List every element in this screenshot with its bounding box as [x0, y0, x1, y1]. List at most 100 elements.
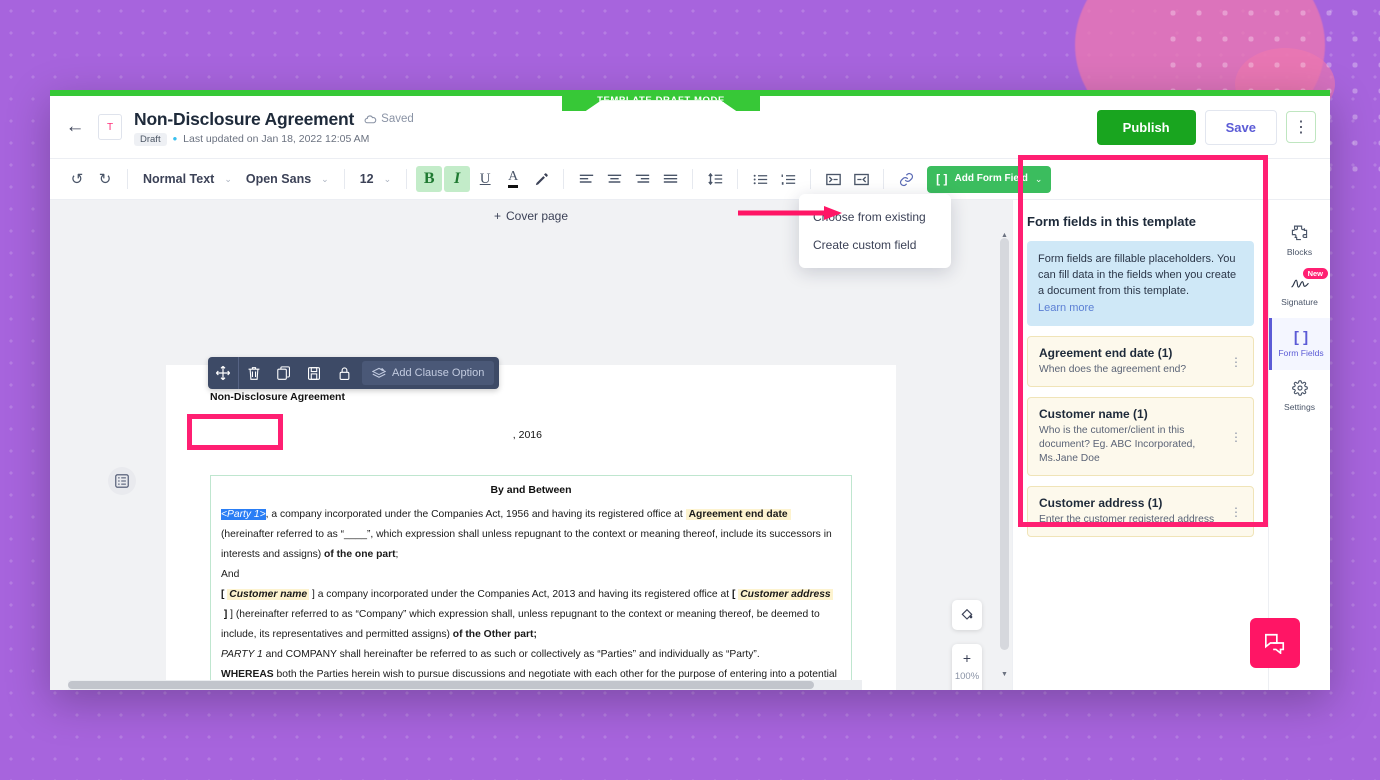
brackets-icon: [ ]	[936, 172, 948, 186]
add-cover-page-button[interactable]: + Cover page	[494, 209, 568, 223]
text-color-button[interactable]: A	[500, 166, 526, 192]
learn-more-link[interactable]: Learn more	[1038, 300, 1243, 316]
rail-item-blocks[interactable]: Blocks	[1269, 214, 1330, 266]
customer-address-field[interactable]: Customer address	[738, 589, 833, 600]
toolbar-divider	[343, 169, 345, 189]
menu-item-create-custom-field[interactable]: Create custom field	[799, 231, 951, 259]
chevron-down-icon: ⌄	[1034, 173, 1043, 184]
zoom-out-button[interactable]: −	[963, 687, 971, 690]
save-disk-icon[interactable]	[299, 357, 329, 389]
field-count: (1)	[1157, 346, 1173, 360]
field-kebab-icon[interactable]: ⋮	[1230, 496, 1242, 527]
horizontal-scroll-thumb[interactable]	[68, 681, 815, 689]
title-block: Non-Disclosure Agreement Saved Draft • L…	[134, 109, 414, 146]
new-badge: New	[1302, 268, 1328, 279]
font-family-dropdown[interactable]: Open Sans ⌄	[246, 172, 329, 186]
pink-pointer-arrow	[738, 206, 842, 220]
add-clause-option-button[interactable]: Add Clause Option	[362, 361, 495, 385]
add-form-field-button[interactable]: [ ] Add Form Field ⌄	[927, 165, 1052, 193]
zoom-in-button[interactable]: +	[963, 650, 971, 666]
party1-placeholder[interactable]: <Party 1>	[221, 509, 266, 520]
zoom-controls: + 100% −	[952, 644, 982, 690]
document-heading: Non-Disclosure Agreement	[210, 391, 345, 403]
highlight-annotation-party1	[187, 414, 283, 450]
rail-item-signature[interactable]: New Signature	[1269, 266, 1330, 318]
lock-icon[interactable]	[329, 357, 359, 389]
agreement-end-date-field[interactable]: Agreement end date	[685, 509, 791, 520]
bullet-list-icon[interactable]	[747, 166, 773, 192]
align-center-icon[interactable]	[601, 166, 627, 192]
save-button[interactable]: Save	[1204, 109, 1277, 145]
rail-label-signature: Signature	[1281, 297, 1318, 307]
align-justify-icon[interactable]	[657, 166, 683, 192]
text-style-label: Normal Text	[143, 172, 215, 186]
rail-item-form-fields[interactable]: [ ] Form Fields	[1269, 318, 1330, 370]
toolbar-divider	[810, 169, 812, 189]
drag-move-icon[interactable]	[208, 357, 238, 389]
vertical-scrollbar[interactable]: ▲ ▼	[999, 232, 1010, 678]
chat-support-button[interactable]	[1250, 618, 1300, 668]
form-field-card[interactable]: Customer address (1) Enter the customer …	[1027, 486, 1254, 537]
rail-item-settings[interactable]: Settings	[1269, 370, 1330, 422]
field-description: Enter the customer registered address	[1039, 514, 1215, 525]
chat-bubbles-icon	[1265, 633, 1285, 654]
blocks-puzzle-icon	[1291, 224, 1308, 244]
app-window: ← T Non-Disclosure Agreement Saved Draft…	[50, 90, 1330, 690]
redo-icon[interactable]: ↻	[92, 166, 118, 192]
scroll-down-arrow[interactable]: ▼	[1000, 671, 1009, 678]
customer-name-field[interactable]: Customer name	[227, 589, 310, 600]
fill-color-icon[interactable]	[952, 600, 982, 630]
document-paragraph: ] ] (hereinafter referred to as “Company…	[221, 609, 820, 640]
rail-label-form-fields: Form Fields	[1278, 348, 1324, 358]
header-actions: Publish Save ⋮	[1096, 109, 1316, 145]
publish-button[interactable]: Publish	[1096, 109, 1196, 145]
document-paragraph: [ Customer name ] a company incorporated…	[221, 589, 833, 600]
numbered-list-icon[interactable]	[775, 166, 801, 192]
underline-button[interactable]: U	[472, 166, 498, 192]
more-options-kebab-icon[interactable]: ⋮	[1286, 111, 1316, 143]
undo-icon[interactable]: ↺	[64, 166, 90, 192]
clause-toolbar: Add Clause Option	[208, 357, 500, 389]
highlighter-icon[interactable]	[528, 166, 554, 192]
form-fields-brackets-icon: [ ]	[1293, 329, 1309, 346]
field-count: (1)	[1147, 496, 1163, 510]
rail-label-blocks: Blocks	[1286, 246, 1313, 257]
add-clause-option-label: Add Clause Option	[392, 367, 485, 379]
horizontal-scrollbar[interactable]	[68, 680, 862, 690]
form-field-card[interactable]: Customer name (1) Who is the cutomer/cli…	[1027, 397, 1254, 476]
add-form-field-label: Add Form Field	[954, 173, 1028, 184]
vertical-scroll-thumb[interactable]	[1000, 238, 1009, 650]
line-spacing-icon[interactable]	[702, 166, 728, 192]
p2-text: (hereinafter referred to as “____”, whic…	[221, 529, 832, 560]
clause-block[interactable]: By and Between <Party 1>, a company inco…	[210, 475, 852, 690]
p5-italic: PARTY 1	[221, 649, 263, 660]
toolbar-divider	[737, 169, 739, 189]
app-header: ← T Non-Disclosure Agreement Saved Draft…	[50, 96, 1330, 158]
document-meta: Draft • Last updated on Jan 18, 2022 12:…	[134, 132, 414, 146]
document-outline-icon[interactable]	[108, 467, 136, 495]
copy-icon[interactable]	[269, 357, 299, 389]
bold-button[interactable]: B	[416, 166, 443, 192]
link-icon[interactable]	[893, 166, 919, 192]
document-type-icon: T	[98, 114, 122, 140]
indent-decrease-icon[interactable]	[848, 166, 874, 192]
font-size-label: 12	[359, 172, 374, 186]
field-kebab-icon[interactable]: ⋮	[1230, 346, 1242, 377]
font-size-dropdown[interactable]: 12 ⌄	[360, 172, 391, 186]
p4-bold: of the Other part;	[452, 629, 537, 640]
align-left-icon[interactable]	[573, 166, 599, 192]
p5-text: and COMPANY shall hereinafter be referre…	[262, 649, 760, 660]
clause-stack-icon	[372, 367, 386, 378]
trash-icon[interactable]	[239, 357, 269, 389]
italic-button[interactable]: I	[444, 166, 471, 192]
back-arrow-icon[interactable]: ←	[60, 112, 90, 142]
indent-increase-icon[interactable]	[820, 166, 846, 192]
saved-label: Saved	[381, 113, 414, 125]
right-icon-rail: Blocks New Signature [ ] Form Fields Set…	[1268, 200, 1330, 690]
last-updated-text: Last updated on Jan 18, 2022 12:05 AM	[183, 133, 370, 145]
cover-page-label: Cover page	[505, 209, 569, 223]
align-right-icon[interactable]	[629, 166, 655, 192]
form-field-card[interactable]: Agreement end date (1) When does the agr…	[1027, 336, 1254, 387]
field-kebab-icon[interactable]: ⋮	[1230, 407, 1242, 466]
text-style-dropdown[interactable]: Normal Text ⌄	[143, 172, 232, 186]
